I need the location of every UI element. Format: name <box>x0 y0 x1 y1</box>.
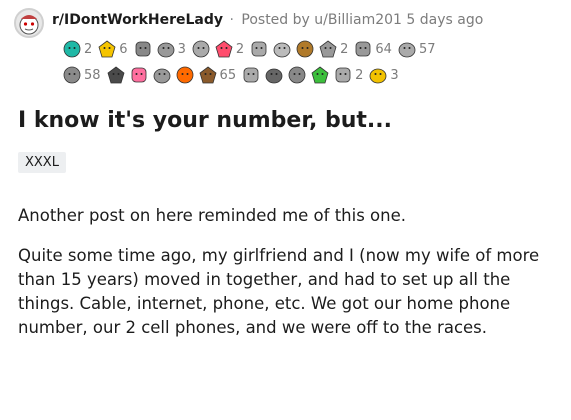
subreddit-avatar-icon[interactable] <box>14 8 44 38</box>
post-flair[interactable]: XXXL <box>18 152 66 173</box>
award-count: 57 <box>418 41 436 57</box>
award-badge[interactable] <box>175 65 195 85</box>
salute-award-icon <box>333 65 353 85</box>
award-badge[interactable] <box>249 39 269 59</box>
award-badge[interactable]: 2 <box>62 39 94 59</box>
award-badge[interactable]: 3 <box>368 65 400 85</box>
award-count: 3 <box>177 41 186 57</box>
posted-by-text[interactable]: Posted by u/Billiam201 5 days ago <box>241 12 483 28</box>
award-count: 64 <box>375 41 392 57</box>
post-meta: r/IDontWorkHereLady · Posted by u/Billia… <box>52 12 483 28</box>
award-count: 3 <box>390 67 399 83</box>
post-body: Another post on here reminded me of this… <box>18 204 564 356</box>
award-count: 58 <box>84 67 101 83</box>
award-badge[interactable] <box>287 65 307 85</box>
handshake-award-icon <box>191 39 211 59</box>
facepalm-award-icon <box>318 39 338 59</box>
award-count: 2 <box>84 41 93 57</box>
awards-row-2: 58 65 2 3 <box>62 64 562 86</box>
subreddit-link[interactable]: r/IDontWorkHereLady <box>52 12 223 28</box>
happy-face-award-icon <box>152 65 172 85</box>
bravo-award-icon <box>133 39 153 59</box>
triangle-award-icon <box>368 65 388 85</box>
award-badge[interactable] <box>264 65 284 85</box>
laughing-face-award-icon <box>156 39 176 59</box>
wholesome-award-icon <box>97 39 117 59</box>
award-count: 6 <box>119 41 128 57</box>
awards-row-1: 2 6 3 2 2 64 57 <box>62 38 562 60</box>
award-badge[interactable] <box>129 65 149 85</box>
award-badge[interactable] <box>133 39 153 59</box>
crying-face-award-icon <box>241 65 261 85</box>
snoo-face-award-icon <box>397 39 417 59</box>
award-badge[interactable] <box>295 39 315 59</box>
award-count: 2 <box>355 67 364 83</box>
burger-award-icon <box>295 39 315 59</box>
award-badge[interactable] <box>152 65 172 85</box>
heart-eyes-award-icon <box>214 39 234 59</box>
dino-award-icon <box>310 65 330 85</box>
award-badge[interactable] <box>191 39 211 59</box>
meta-separator: · <box>229 12 234 28</box>
award-badge[interactable]: 2 <box>318 39 350 59</box>
award-badge[interactable]: 65 <box>198 65 239 85</box>
award-count: 2 <box>235 41 245 57</box>
award-badge[interactable] <box>272 39 292 59</box>
brain-award-icon <box>353 39 373 59</box>
award-count: 2 <box>340 41 349 57</box>
post-paragraph: Quite some time ago, my girlfriend and I… <box>18 246 540 337</box>
award-badge[interactable] <box>310 65 330 85</box>
alien-award-icon <box>287 65 307 85</box>
silver-award-icon <box>62 65 82 85</box>
award-badge[interactable] <box>241 65 261 85</box>
award-badge[interactable]: 6 <box>97 39 129 59</box>
post-title[interactable]: I know it's your number, but... <box>18 108 392 133</box>
wizard-award-icon <box>264 65 284 85</box>
post-paragraph: Another post on here reminded me of this… <box>18 206 406 225</box>
award-badge[interactable]: 3 <box>156 39 188 59</box>
award-count: 65 <box>219 67 237 83</box>
post-header: r/IDontWorkHereLady · Posted by u/Billia… <box>14 8 564 40</box>
love-award-icon <box>129 65 149 85</box>
award-badge[interactable] <box>106 65 126 85</box>
hand-wave-award-icon <box>249 39 269 59</box>
award-badge[interactable]: 64 <box>353 39 394 59</box>
award-badge[interactable]: 57 <box>397 39 438 59</box>
award-badge[interactable]: 2 <box>214 39 246 59</box>
helpful-award-icon <box>62 39 82 59</box>
bear-award-icon <box>198 65 218 85</box>
framed-award-icon <box>106 65 126 85</box>
award-badge[interactable]: 2 <box>333 65 365 85</box>
skull-award-icon <box>272 39 292 59</box>
award-badge[interactable]: 58 <box>62 65 103 85</box>
fire-award-icon <box>175 65 195 85</box>
